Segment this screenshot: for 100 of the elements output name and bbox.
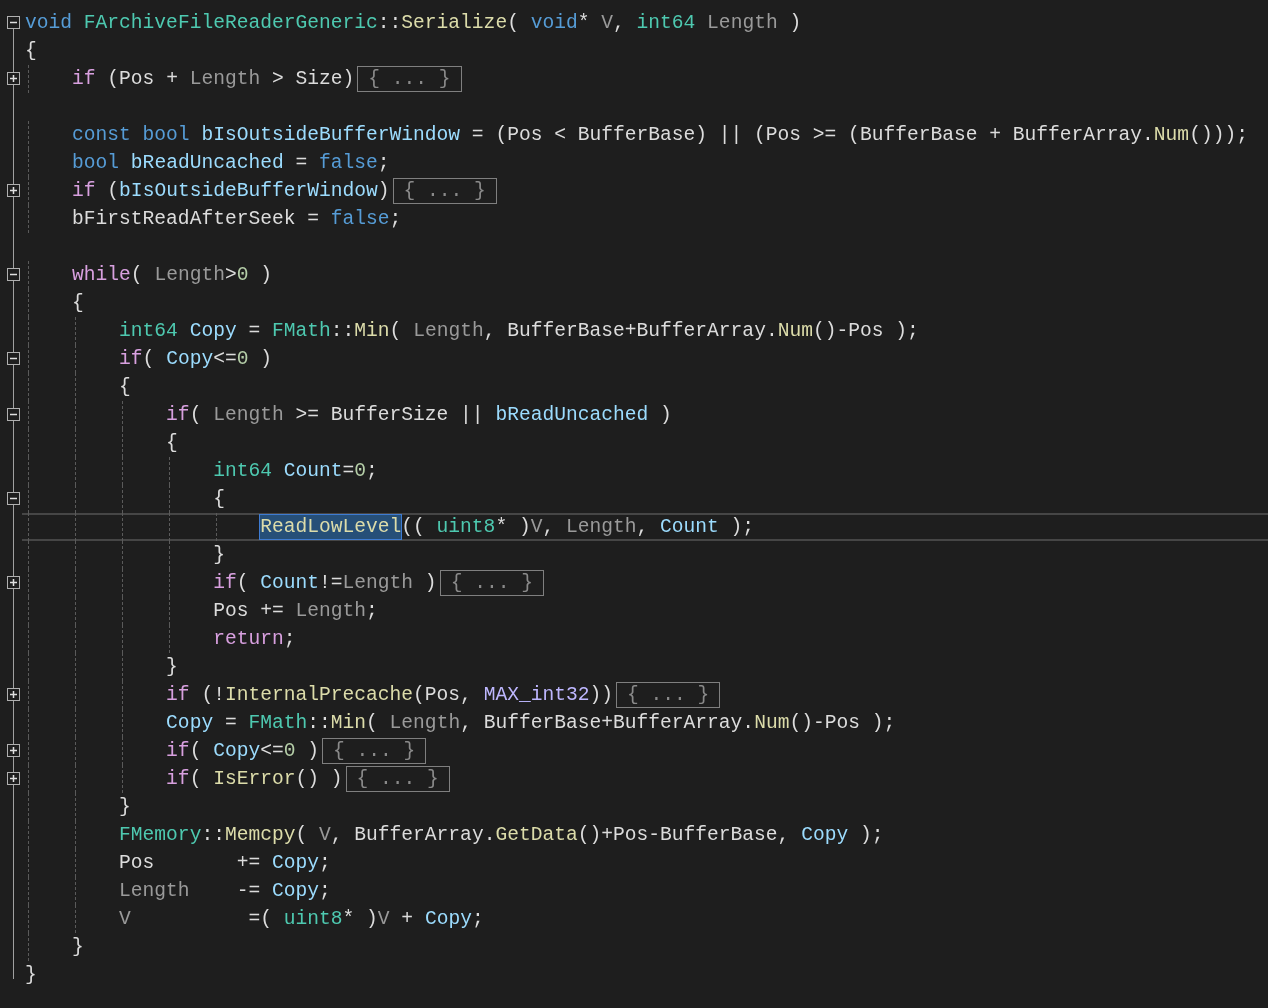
code-text: ; (366, 459, 378, 483)
code-text: ( (507, 11, 519, 35)
variable-name: Copy (166, 711, 214, 735)
code-text: Pos += (119, 851, 261, 875)
expand-icon[interactable] (7, 576, 20, 589)
code-text: ; (471, 907, 484, 931)
function-name: GetData (495, 823, 578, 847)
collapse-icon[interactable] (7, 408, 20, 421)
collapse-icon[interactable] (7, 352, 20, 365)
collapsed-code-box[interactable]: { ... } (439, 570, 544, 596)
collapse-icon[interactable] (7, 16, 20, 29)
code-text: { (213, 487, 225, 511)
code-text: ( (295, 823, 308, 847)
collapsed-code-box[interactable]: { ... } (357, 66, 462, 92)
variable-name: Copy (424, 907, 472, 931)
code-text: ())); (1189, 123, 1248, 147)
code-text: ; (366, 599, 378, 623)
function-name: Num (754, 711, 790, 735)
code-text: bFirstReadAfterSeek = (72, 207, 319, 231)
code-text: != (319, 571, 343, 595)
code-text: { (119, 375, 131, 399)
code-text: + (401, 907, 414, 931)
expand-icon[interactable] (7, 184, 20, 197)
expand-icon[interactable] (7, 72, 20, 85)
function-name: Num (777, 319, 813, 343)
variable-name: Copy (801, 823, 849, 847)
code-text: , (636, 515, 649, 539)
collapsed-code-box[interactable]: { ... } (322, 738, 427, 764)
code-text: } (25, 963, 37, 987)
parameter-name: V (119, 907, 131, 931)
collapse-icon[interactable] (7, 268, 20, 281)
code-text: { (166, 431, 178, 455)
keyword: void (25, 11, 73, 35)
control-keyword: if (119, 347, 143, 371)
keyword: void (530, 11, 578, 35)
variable-name: Copy (166, 347, 214, 371)
code-text: , (613, 11, 625, 35)
code-text: >= BufferSize || (295, 403, 484, 427)
function-name: Serialize (401, 11, 508, 35)
collapsed-code-box[interactable]: { ... } (392, 178, 497, 204)
keyword: const bool (72, 123, 190, 147)
control-keyword: if (166, 403, 190, 427)
code-text: ()-Pos ); (789, 711, 896, 735)
code-text: = (342, 459, 355, 483)
code-text: ) (260, 263, 272, 287)
code-text: :: (330, 319, 355, 343)
type-name: FMath (272, 319, 331, 343)
code-text: ( (142, 347, 155, 371)
parameter-name: V (377, 907, 390, 931)
code-text: (Pos, (413, 683, 472, 707)
keyword: false (330, 207, 390, 231)
variable-name: Copy (189, 319, 237, 343)
parameter-name: Length (189, 67, 261, 91)
code-text: } (166, 655, 178, 679)
number-literal: 0 (283, 739, 296, 763)
variable-name: Count (660, 515, 719, 539)
code-text: =( (248, 907, 272, 931)
collapsed-code-box[interactable]: { ... } (345, 766, 450, 792)
code-text: ( (189, 767, 202, 791)
code-text: ( (366, 711, 378, 735)
code-text: :: (201, 823, 225, 847)
control-keyword: if (72, 67, 96, 91)
code-text: ()-Pos ); (812, 319, 919, 343)
parameter-name: Length (413, 319, 484, 343)
control-keyword: if (166, 683, 190, 707)
collapse-icon[interactable] (7, 492, 20, 505)
code-text: ( (236, 571, 249, 595)
code-text: , BufferBase+BufferArray. (460, 711, 755, 735)
code-text: ( (107, 179, 120, 203)
number-literal: 0 (236, 347, 249, 371)
control-keyword: if (166, 739, 190, 763)
code-text: )) (589, 683, 613, 707)
parameter-name: Length (342, 571, 414, 595)
code-text: <= (260, 739, 284, 763)
control-keyword: if (166, 767, 190, 791)
code-text: , BufferArray. (330, 823, 496, 847)
code-text: = (224, 711, 237, 735)
type-name: FArchiveFileReaderGeneric (83, 11, 378, 35)
macro-name: MAX_int32 (483, 683, 590, 707)
number-literal: 0 (354, 459, 367, 483)
code-text: ) (789, 11, 802, 35)
parameter-name: V (601, 11, 613, 35)
code-text: ; (283, 627, 296, 651)
code-text: = (248, 319, 261, 343)
code-text: { (25, 39, 37, 63)
type-name: int64 (213, 459, 272, 483)
expand-icon[interactable] (7, 772, 20, 785)
code-text: , BufferBase+BufferArray. (483, 319, 778, 343)
code-text: = (Pos < BufferBase) || (Pos >= (BufferBase + BufferArray. (471, 123, 1154, 147)
code-text: ) (660, 403, 672, 427)
expand-icon[interactable] (7, 688, 20, 701)
control-keyword: while (72, 263, 131, 287)
parameter-name: Length (565, 515, 637, 539)
function-name: Min (354, 319, 390, 343)
function-name: Min (330, 711, 367, 735)
variable-name: Count (260, 571, 319, 595)
expand-icon[interactable] (7, 744, 20, 757)
collapsed-code-box[interactable]: { ... } (616, 682, 721, 708)
code-text: (Pos + (107, 67, 178, 91)
type-name: FMemory (119, 823, 202, 847)
